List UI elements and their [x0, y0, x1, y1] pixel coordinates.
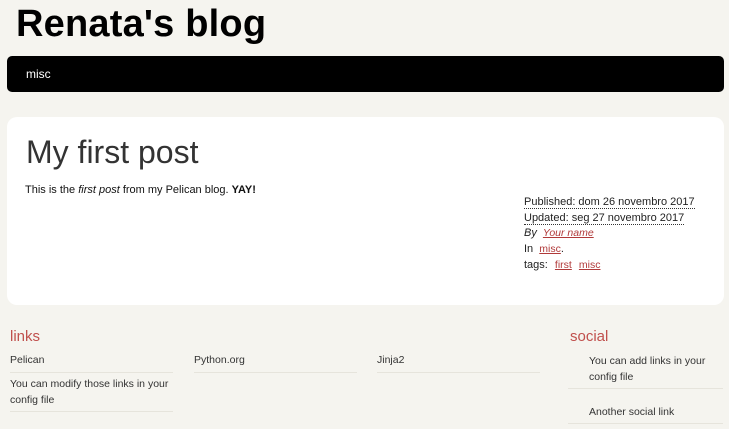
updated-row: Updated: seg 27 novembro 2017	[524, 210, 695, 226]
tags-row: tags: first misc	[524, 257, 695, 273]
in-label: In	[524, 243, 534, 255]
extras: links Pelican Python.org Jinja2 You can …	[0, 320, 729, 429]
post-body-emphasis: first post	[78, 184, 120, 196]
social-link-another[interactable]: Another social link	[568, 404, 723, 424]
social-link-config[interactable]: You can add links in your config file	[568, 353, 723, 389]
blogroll-link-pelican[interactable]: Pelican	[10, 352, 173, 373]
tag-link-first[interactable]: first	[555, 259, 572, 271]
post-body-strong: YAY!	[231, 184, 256, 196]
author-row: By Your name	[524, 225, 695, 241]
post-body-middle: from my Pelican blog.	[119, 184, 232, 196]
page: Renata's blog misc My first post This is…	[0, 0, 729, 429]
published-row: Published: dom 26 novembro 2017	[524, 194, 695, 210]
published-date: Published: dom 26 novembro 2017	[524, 196, 695, 209]
post-body: This is the first post from my Pelican b…	[25, 184, 256, 197]
post-title[interactable]: My first post	[26, 133, 198, 171]
updated-date: Updated: seg 27 novembro 2017	[524, 212, 685, 225]
category-link[interactable]: misc	[539, 243, 561, 255]
blogroll-link-jinja2[interactable]: Jinja2	[377, 352, 540, 373]
tags-label: tags:	[524, 259, 548, 271]
author-link[interactable]: Your name	[543, 227, 594, 239]
article-card: My first post This is the first post fro…	[7, 117, 724, 305]
social-title: social	[570, 328, 609, 345]
tag-link-misc[interactable]: misc	[579, 259, 601, 271]
main-menu: misc	[7, 56, 724, 92]
by-label: By	[524, 227, 537, 239]
links-title: links	[10, 328, 41, 345]
post-body-prefix: This is the	[25, 184, 79, 196]
site-title[interactable]: Renata's blog	[16, 2, 266, 46]
blogroll-link-python[interactable]: Python.org	[194, 352, 357, 373]
category-row: In misc.	[524, 241, 695, 257]
menu-item-misc[interactable]: misc	[26, 67, 51, 81]
blogroll-link-config[interactable]: You can modify those links in your confi…	[10, 376, 173, 412]
post-info: Published: dom 26 novembro 2017 Updated:…	[524, 194, 695, 273]
category-suffix: .	[560, 243, 564, 255]
